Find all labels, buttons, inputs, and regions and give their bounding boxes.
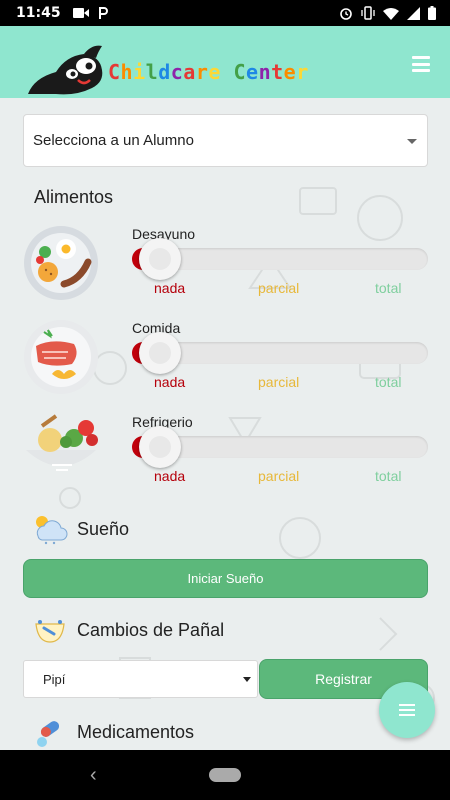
level-total: total — [375, 374, 402, 390]
alimentos-title: Alimentos — [34, 187, 114, 207]
slider-thumb[interactable] — [139, 426, 181, 468]
diaper-type-select[interactable]: Pipí — [23, 660, 258, 698]
snack-bowl-icon — [26, 414, 98, 471]
system-nav-bar: ‹ — [0, 750, 450, 800]
logo-letter: t — [271, 60, 284, 84]
app-title: Childcare Center — [108, 60, 309, 84]
level-nada: nada — [154, 280, 186, 296]
video-icon — [72, 8, 89, 18]
sleep-cloud-icon — [36, 516, 68, 545]
alarm-icon — [340, 8, 352, 20]
food-row-comida: Comida nada parcial total — [0, 318, 450, 408]
comida-slider[interactable] — [132, 332, 428, 374]
menu-icon — [399, 704, 415, 716]
penguin-mascot-icon — [28, 45, 103, 95]
slider-thumb[interactable] — [139, 332, 181, 374]
wifi-icon — [383, 7, 399, 20]
diaper-select-value: Pipí — [43, 671, 66, 687]
dropdown-caret-icon — [407, 139, 417, 144]
vibrate-icon — [361, 6, 375, 20]
student-select[interactable]: Selecciona a un Alumno — [23, 114, 428, 167]
refrigerio-slider[interactable] — [132, 426, 428, 468]
hamburger-menu-button[interactable] — [412, 56, 430, 72]
student-select-value: Selecciona a un Alumno — [33, 132, 194, 149]
signal-icon — [407, 6, 420, 20]
home-pill-icon[interactable] — [209, 768, 241, 782]
lunch-plate-icon — [24, 320, 98, 394]
medicamentos-title: Medicamentos — [77, 722, 195, 742]
level-total: total — [375, 468, 402, 484]
logo-letter: a — [183, 60, 196, 84]
parking-p-icon — [98, 7, 108, 19]
logo-letter: e — [283, 60, 297, 84]
app-logo: Childcare Center — [26, 36, 316, 96]
medicine-pills-icon — [37, 721, 60, 747]
logo-letter: n — [258, 60, 272, 84]
logo-letter: C — [108, 60, 121, 84]
main-content: Selecciona a un Alumno Alimentos Desayun… — [0, 98, 450, 750]
level-parcial: parcial — [258, 374, 300, 390]
logo-letter: r — [296, 60, 309, 84]
food-row-refrigerio: Refrigerio nada parcial total — [0, 412, 450, 502]
desayuno-slider[interactable] — [132, 238, 428, 280]
level-nada: nada — [154, 374, 186, 390]
sueno-title: Sueño — [77, 519, 130, 539]
logo-letter: e — [246, 60, 259, 84]
logo-letter: d — [158, 60, 171, 84]
status-time: 11:45 — [16, 5, 61, 21]
food-row-desayuno: Desayuno nada parcial total — [0, 224, 450, 314]
battery-icon — [428, 6, 436, 20]
logo-letter: h — [120, 60, 134, 84]
floating-menu-button[interactable] — [379, 682, 435, 738]
diaper-icon — [35, 620, 65, 643]
breakfast-plate-icon — [24, 226, 98, 300]
slider-thumb[interactable] — [139, 238, 181, 280]
start-sleep-button[interactable]: Iniciar Sueño — [23, 559, 428, 598]
logo-letter: r — [195, 60, 209, 84]
dropdown-caret-icon — [243, 677, 251, 682]
level-total: total — [375, 280, 402, 296]
back-icon[interactable]: ‹ — [90, 764, 97, 787]
panal-title: Cambios de Pañal — [77, 620, 225, 640]
logo-letter: e — [208, 60, 221, 84]
logo-letter: C — [233, 60, 247, 84]
logo-letter — [221, 60, 234, 84]
level-nada: nada — [154, 468, 186, 484]
level-parcial: parcial — [258, 468, 300, 484]
logo-letter: c — [170, 60, 184, 84]
logo-letter: i — [133, 60, 146, 84]
app-bar: Childcare Center — [0, 26, 450, 98]
level-parcial: parcial — [258, 280, 300, 296]
logo-letter: l — [145, 60, 159, 84]
status-bar: 11:45 — [0, 0, 450, 26]
